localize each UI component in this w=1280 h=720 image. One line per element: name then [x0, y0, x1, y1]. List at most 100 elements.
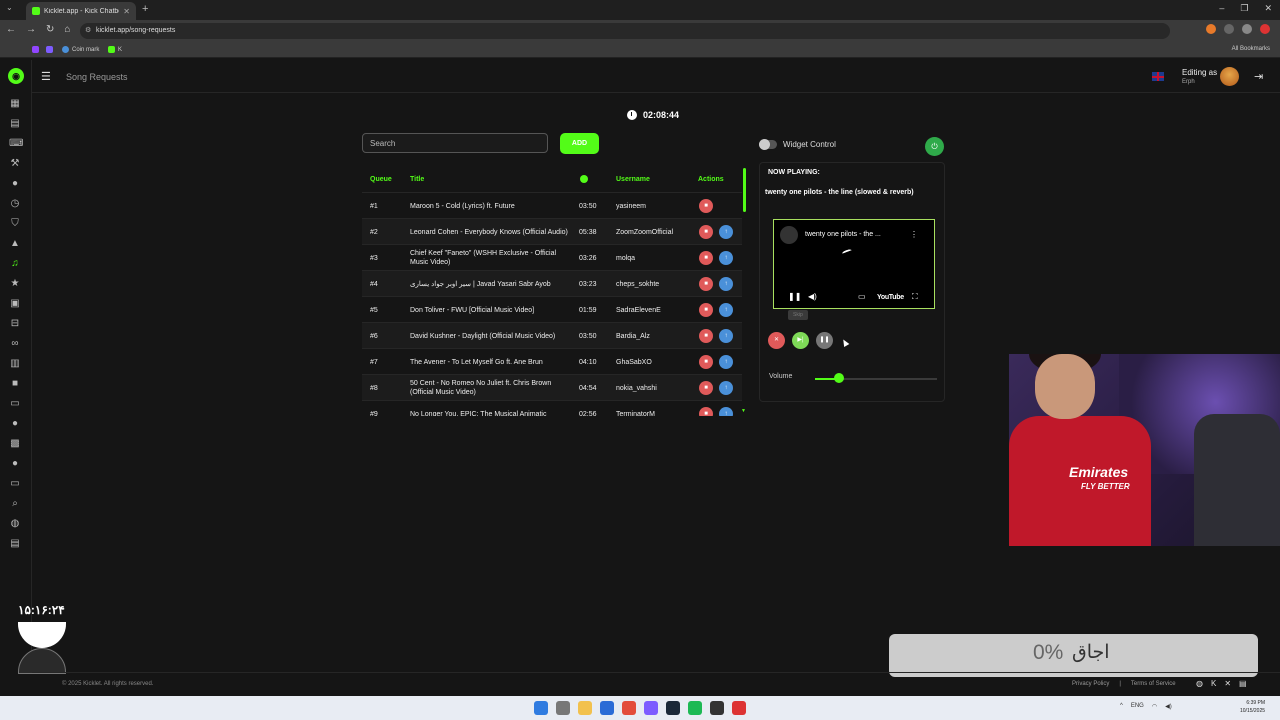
site-info-icon[interactable]: ⚙ [85, 26, 91, 34]
puzzle-icon[interactable] [1242, 24, 1252, 34]
extension-icon[interactable] [1224, 24, 1234, 34]
kick-icon[interactable]: K [1211, 679, 1216, 688]
chrome-icon[interactable] [622, 701, 636, 715]
delete-button[interactable]: ■ [699, 303, 713, 317]
cart-icon[interactable]: ⊟ [9, 318, 21, 330]
vscode-icon[interactable] [600, 701, 614, 715]
video-title[interactable]: twenty one pilots - the ... [805, 231, 881, 238]
editing-as[interactable]: Editing as Erph [1182, 68, 1217, 85]
app-icon[interactable] [732, 701, 746, 715]
gift-icon[interactable]: ▣ [9, 298, 21, 310]
volume-knob[interactable] [834, 373, 845, 383]
logout-icon[interactable]: ⇥ [1254, 70, 1263, 83]
stop-button[interactable]: ✕ [768, 332, 785, 349]
delete-button[interactable]: ■ [699, 277, 713, 291]
extension-icon[interactable] [1206, 24, 1216, 34]
move-up-button[interactable]: ↑ [719, 303, 733, 317]
search-icon[interactable]: ⌕ [9, 498, 21, 510]
skip-button[interactable]: ▶| [792, 332, 809, 349]
shield-icon[interactable]: ⛉ [9, 218, 21, 230]
tray-chevron-icon[interactable]: ^ [1120, 703, 1123, 710]
steam-icon[interactable] [666, 701, 680, 715]
minimize-icon[interactable]: – [1219, 3, 1224, 14]
dashboard-icon[interactable]: ▦ [9, 98, 21, 110]
delete-button[interactable]: ■ [699, 199, 713, 213]
discord-icon[interactable]: ◍ [1196, 679, 1203, 688]
move-up-button[interactable]: ↑ [719, 251, 733, 265]
video-icon[interactable]: ■ [9, 378, 21, 390]
add-button[interactable]: ADD [560, 133, 599, 154]
delete-button[interactable]: ■ [699, 355, 713, 369]
restore-icon[interactable]: ❐ [1240, 3, 1248, 14]
spotify-icon[interactable] [688, 701, 702, 715]
pause-icon[interactable]: ❚❚ [788, 292, 801, 301]
delete-button[interactable]: ■ [699, 381, 713, 395]
bookmark-item[interactable] [46, 46, 53, 53]
move-up-button[interactable]: ↑ [719, 407, 733, 416]
coin-icon[interactable]: ● [9, 418, 21, 430]
tray-lang[interactable]: ENG [1131, 703, 1144, 710]
queue-scrollbar[interactable] [743, 168, 746, 212]
terminal-icon[interactable] [710, 701, 724, 715]
hammer-icon[interactable]: ⚒ [9, 158, 21, 170]
chart-icon[interactable]: ▥ [9, 358, 21, 370]
clipboard-icon[interactable]: ▤ [9, 118, 21, 130]
music-icon[interactable]: ♫ [9, 258, 21, 270]
bookmark-item[interactable] [32, 46, 39, 53]
move-up-button[interactable]: ↑ [719, 381, 733, 395]
close-tab-icon[interactable]: ✕ [123, 7, 130, 16]
avatar[interactable] [1220, 67, 1239, 86]
app-icon[interactable] [644, 701, 658, 715]
monitor-icon[interactable]: ▭ [9, 478, 21, 490]
discord-icon[interactable]: ◍ [9, 518, 21, 530]
pause-button[interactable]: ❚❚ [816, 332, 833, 349]
youtube-logo[interactable]: YouTube [877, 294, 904, 301]
move-up-button[interactable]: ↑ [719, 225, 733, 239]
start-icon[interactable] [534, 701, 548, 715]
film-icon[interactable]: ▩ [9, 438, 21, 450]
uk-flag-icon[interactable] [1152, 72, 1164, 81]
alert-icon[interactable]: ▲ [9, 238, 21, 250]
new-tab-icon[interactable]: + [142, 3, 148, 15]
file-explorer-icon[interactable] [578, 701, 592, 715]
bookmark-coin-mark[interactable]: Coin mark [62, 46, 99, 53]
search-icon[interactable] [556, 701, 570, 715]
wifi-icon[interactable]: ◠ [1152, 703, 1157, 710]
terminal-icon[interactable]: ⌨ [9, 138, 23, 150]
move-up-button[interactable]: ↑ [719, 329, 733, 343]
menu-icon[interactable]: ☰ [41, 70, 51, 83]
close-window-icon[interactable]: ✕ [1264, 3, 1272, 14]
link-icon[interactable]: ∞ [9, 338, 21, 350]
system-clock[interactable]: 6:39 PM 10/15/2025 [1240, 699, 1265, 715]
kicklet-logo[interactable]: ◉ [8, 68, 24, 84]
bookmark-k[interactable]: K [108, 46, 122, 53]
back-icon[interactable]: ← [6, 24, 16, 35]
volume-icon[interactable]: ◀) [808, 292, 817, 301]
browser-tab[interactable]: Kicklet.app - Kick Chatbot and ✕ [26, 2, 136, 20]
power-button[interactable]: ⏻ [925, 137, 944, 156]
search-input[interactable] [362, 133, 548, 153]
widget-control-toggle[interactable] [759, 139, 777, 150]
message-icon[interactable]: ● [9, 458, 21, 470]
delete-button[interactable]: ■ [699, 329, 713, 343]
move-up-button[interactable]: ↑ [719, 355, 733, 369]
terms-link[interactable]: Terms of Service [1131, 681, 1176, 687]
forward-icon[interactable]: → [26, 24, 36, 35]
channel-avatar[interactable] [780, 226, 798, 244]
timer-icon[interactable]: ◷ [9, 198, 21, 210]
x-icon[interactable]: ✕ [1224, 679, 1231, 688]
doc-icon[interactable]: ▤ [1239, 679, 1247, 688]
tab-search-icon[interactable]: ⌄ [6, 3, 13, 12]
chat-icon[interactable]: ● [9, 178, 21, 190]
volume-slider[interactable] [815, 378, 937, 380]
all-bookmarks[interactable]: All Bookmarks [1232, 46, 1270, 52]
star-icon[interactable]: ★ [9, 278, 21, 290]
profile-icon[interactable] [1260, 24, 1270, 34]
delete-button[interactable]: ■ [699, 407, 713, 416]
youtube-player[interactable]: twenty one pilots - the ... ⋮ ❚❚ ◀) ▭ Yo… [773, 219, 935, 309]
url-field[interactable]: ⚙ kicklet.app/song-requests [80, 23, 1170, 39]
delete-button[interactable]: ■ [699, 251, 713, 265]
scroll-down-icon[interactable]: ▼ [741, 408, 746, 414]
move-up-button[interactable]: ↑ [719, 277, 733, 291]
delete-button[interactable]: ■ [699, 225, 713, 239]
